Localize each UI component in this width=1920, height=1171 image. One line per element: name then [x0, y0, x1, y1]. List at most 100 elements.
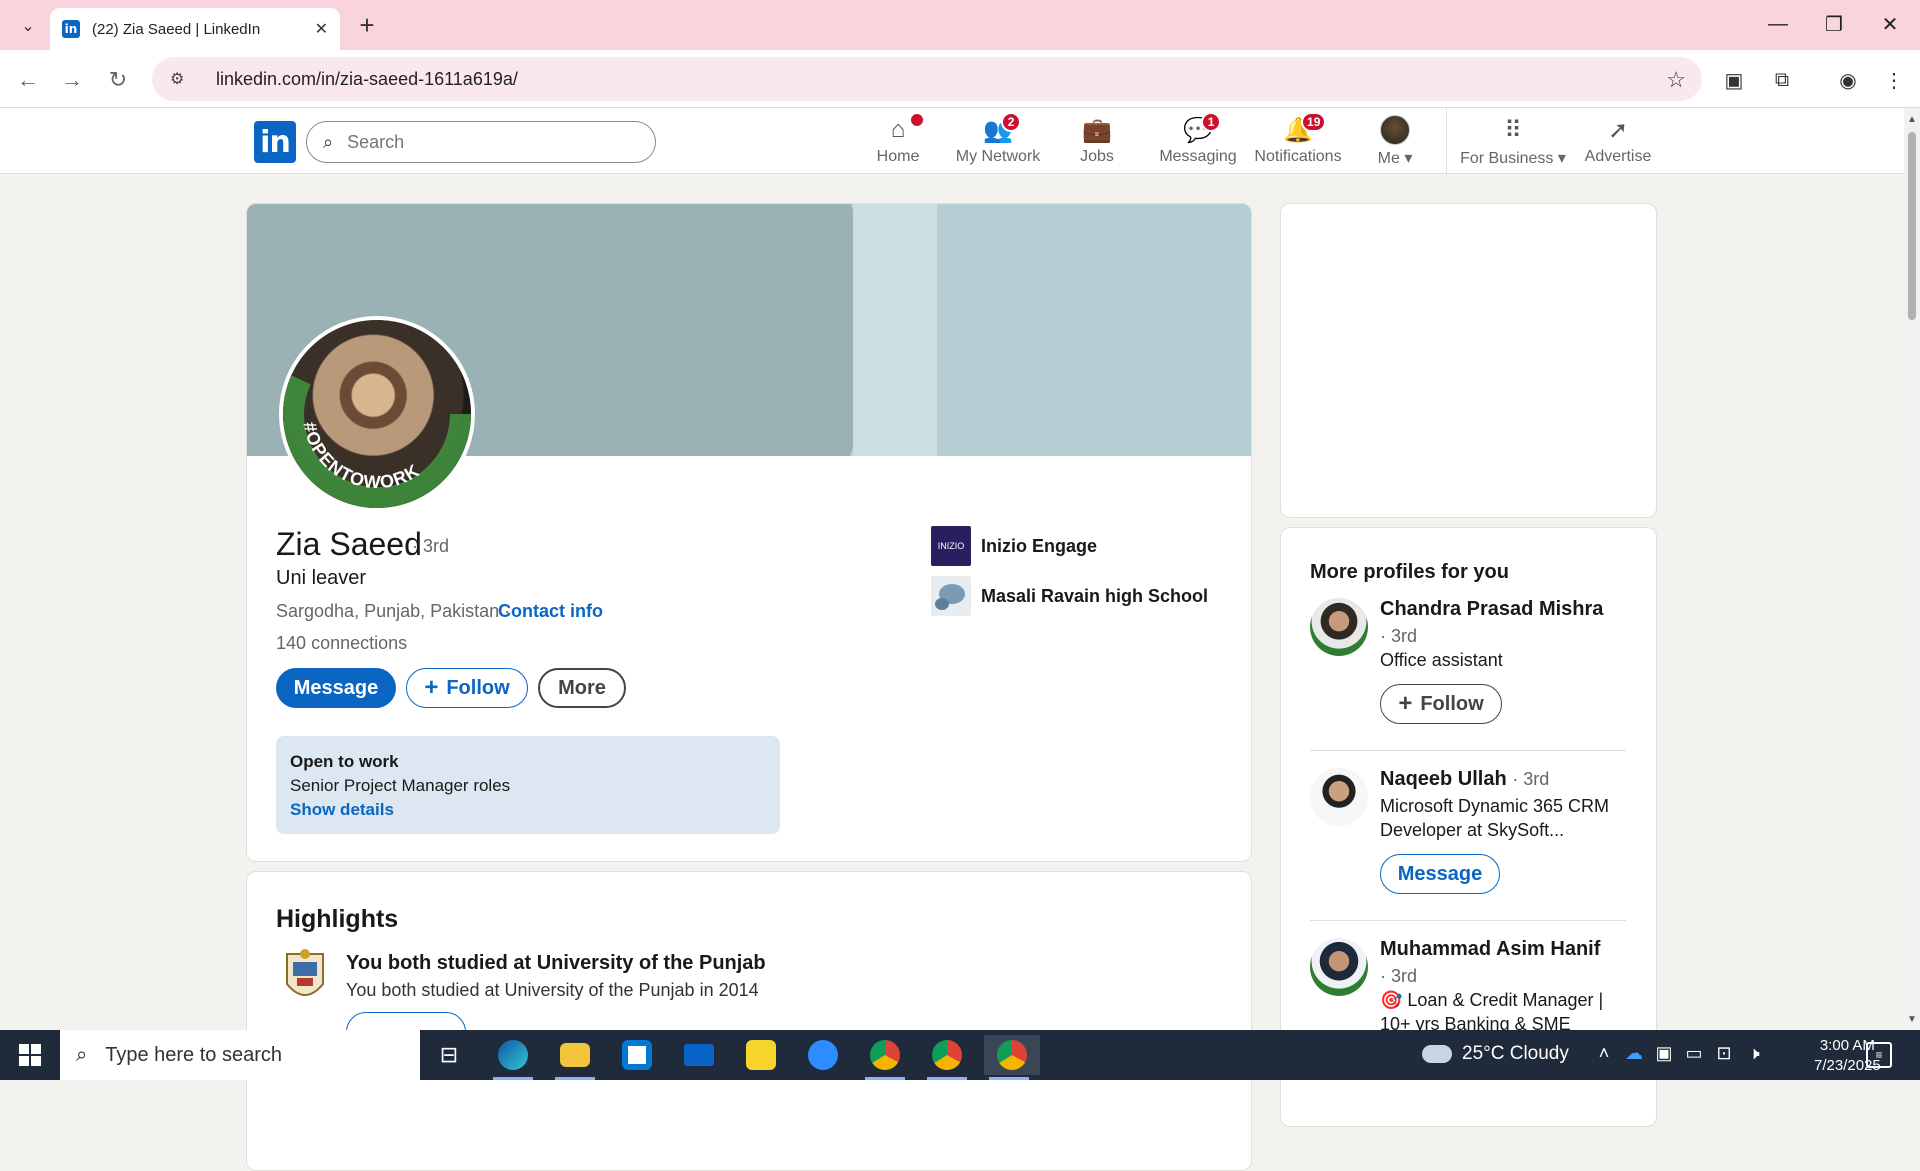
open-to-work-box: Open to work Senior Project Manager role… — [276, 736, 780, 834]
zoom-icon[interactable] — [798, 1035, 848, 1075]
me-avatar — [1380, 115, 1410, 145]
search-box[interactable]: ⌕ — [306, 121, 656, 163]
url-text[interactable]: linkedin.com/in/zia-saeed-1611a619a/ — [216, 69, 518, 90]
tab-close-icon[interactable]: ✕ — [315, 19, 328, 39]
person-name[interactable]: Muhammad Asim Hanif — [1380, 938, 1600, 961]
linkedin-logo-icon[interactable]: in — [254, 121, 296, 163]
scroll-thumb[interactable] — [1908, 132, 1916, 320]
new-tab-icon[interactable]: + — [352, 10, 382, 40]
chrome-icon[interactable] — [984, 1035, 1040, 1080]
contact-info-link[interactable]: Contact info — [498, 601, 603, 622]
nav-divider — [1446, 108, 1447, 174]
file-explorer-icon[interactable] — [550, 1035, 600, 1080]
taskbar-search[interactable]: ⌕ Type here to search — [60, 1030, 420, 1080]
network-icon[interactable]: ⊡ — [1712, 1043, 1736, 1064]
open-to-work-roles: Senior Project Manager roles — [290, 776, 511, 795]
people-icon: 👥 2 — [983, 112, 1022, 144]
more-button[interactable]: More — [538, 668, 626, 708]
network-badge: 2 — [1001, 112, 1022, 132]
nav-label: My Network — [955, 148, 1041, 165]
person-degree: · 3rd — [1380, 626, 1418, 646]
profile-card: #OPENTOWORK Zia Saeed · 3rd Uni leaver S… — [246, 203, 1252, 862]
follow-button[interactable]: + Follow — [406, 668, 528, 708]
chat-icon: 💬 1 — [1183, 112, 1222, 144]
store-icon[interactable] — [612, 1035, 662, 1075]
highlight-main: You both studied at University of the Pu… — [346, 952, 766, 974]
nav-label: For Business ▾ — [1460, 150, 1566, 167]
person-headline: 🎯 Loan & Credit Manager | 10+ yrs Bankin… — [1380, 990, 1604, 1034]
divider — [1310, 920, 1626, 921]
highlight-sub: You both studied at University of the Pu… — [346, 980, 759, 1000]
minimize-icon[interactable]: — — [1758, 8, 1798, 40]
mail-icon[interactable] — [674, 1035, 724, 1075]
tab-search-icon[interactable]: ⌄ — [14, 12, 42, 40]
windows-start-icon[interactable] — [0, 1030, 60, 1080]
connections-count[interactable]: 140 connections — [276, 633, 407, 654]
forward-icon[interactable]: → — [56, 64, 88, 96]
home-icon: ⌂ — [891, 112, 925, 144]
show-details-link[interactable]: Show details — [290, 800, 766, 820]
chrome-icon[interactable] — [922, 1035, 972, 1080]
chevron-up-icon[interactable]: ˄ — [1592, 1043, 1616, 1064]
page-scrollbar[interactable]: ▲ ▼ — [1904, 108, 1920, 1030]
highlights-card: Highlights You both studied at Universit… — [246, 871, 1252, 1171]
person-name[interactable]: Naqeeb Ullah · 3rd — [1380, 768, 1549, 791]
scroll-down-icon[interactable]: ▼ — [1907, 1014, 1917, 1025]
sticky-notes-icon[interactable] — [736, 1035, 786, 1075]
address-bar[interactable]: ⚙ linkedin.com/in/zia-saeed-1611a619a/ ☆ — [152, 57, 1702, 101]
experience-item-inizio[interactable]: INIZIO Inizio Engage — [931, 526, 1097, 566]
browser-menu-icon[interactable]: ⋮ — [1880, 66, 1908, 94]
edge-icon[interactable] — [488, 1035, 538, 1080]
follow-button[interactable]: + Follow — [1380, 684, 1502, 724]
chrome-icon[interactable] — [860, 1035, 910, 1080]
nav-messaging[interactable]: 💬 1 Messaging — [1159, 112, 1237, 168]
restore-icon[interactable]: ❐ — [1814, 8, 1854, 40]
avatar[interactable] — [1310, 938, 1368, 996]
connection-degree: · 3rd — [412, 536, 450, 556]
extensions-puzzle-icon[interactable]: ⧉ — [1768, 66, 1796, 94]
site-info-icon[interactable]: ⚙ — [170, 69, 194, 89]
profile-name: Zia Saeed — [276, 526, 422, 562]
onedrive-icon[interactable]: ☁ — [1622, 1043, 1646, 1064]
battery-icon[interactable]: ▭ — [1682, 1043, 1706, 1064]
scroll-up-icon[interactable]: ▲ — [1907, 114, 1917, 125]
message-button[interactable]: Message — [276, 668, 396, 708]
linkedin-header: in ⌕ ⌂ Home 👥2 My Network 💼 Jobs 💬1 Mess… — [0, 108, 1904, 174]
notification-center-icon[interactable]: ≡ — [1866, 1042, 1892, 1068]
nav-for-business[interactable]: ⠿ For Business ▾ — [1460, 116, 1566, 168]
profile-suggestion: Chandra Prasad Mishra · 3rd Office assis… — [1310, 598, 1630, 748]
volume-icon[interactable]: 🕨 — [1742, 1043, 1766, 1064]
open-to-work-ring: #OPENTOWORK — [283, 371, 471, 508]
close-window-icon[interactable]: ✕ — [1870, 8, 1910, 40]
browser-tab[interactable]: in (22) Zia Saeed | LinkedIn ✕ — [50, 8, 340, 50]
nav-my-network[interactable]: 👥 2 My Network — [950, 112, 1046, 168]
bookmark-star-icon[interactable]: ☆ — [1666, 67, 1686, 93]
nav-notifications[interactable]: 🔔 19 Notifications — [1254, 112, 1342, 168]
avatar[interactable] — [1310, 768, 1368, 826]
plus-icon: + — [424, 674, 439, 701]
plus-icon: + — [1398, 690, 1413, 717]
profile-avatar[interactable]: #OPENTOWORK — [279, 316, 475, 512]
search-icon: ⌕ — [76, 1043, 88, 1066]
search-input[interactable] — [347, 131, 628, 153]
reload-icon[interactable]: ↻ — [102, 64, 134, 96]
extension-icon[interactable]: ▣ — [1720, 66, 1748, 94]
person-name[interactable]: Chandra Prasad Mishra — [1380, 598, 1603, 621]
message-button[interactable]: Message — [1380, 854, 1500, 894]
highlights-title: Highlights — [276, 905, 399, 933]
grid-icon: ⠿ — [1504, 116, 1522, 144]
nav-label: Advertise — [1584, 148, 1652, 165]
weather-text: 25°C Cloudy — [1462, 1043, 1569, 1064]
nav-jobs[interactable]: 💼 Jobs — [1072, 116, 1122, 168]
profile-icon[interactable]: ◉ — [1834, 66, 1862, 94]
nav-me[interactable]: Me ▾ — [1370, 115, 1420, 168]
back-icon[interactable]: ← — [12, 64, 44, 96]
experience-item-school[interactable]: Masali Ravain high School — [931, 576, 1208, 616]
nav-home[interactable]: ⌂ Home — [868, 112, 928, 168]
weather-widget[interactable]: 25°C Cloudy — [1422, 1043, 1569, 1065]
task-view-icon[interactable]: ⊟ — [424, 1035, 474, 1075]
avatar[interactable] — [1310, 598, 1368, 656]
person-headline: Microsoft Dynamic 365 CRM Developer at S… — [1380, 796, 1610, 840]
camera-icon[interactable]: ▣ — [1652, 1043, 1676, 1064]
nav-advertise[interactable]: ➚ Advertise — [1580, 116, 1656, 168]
